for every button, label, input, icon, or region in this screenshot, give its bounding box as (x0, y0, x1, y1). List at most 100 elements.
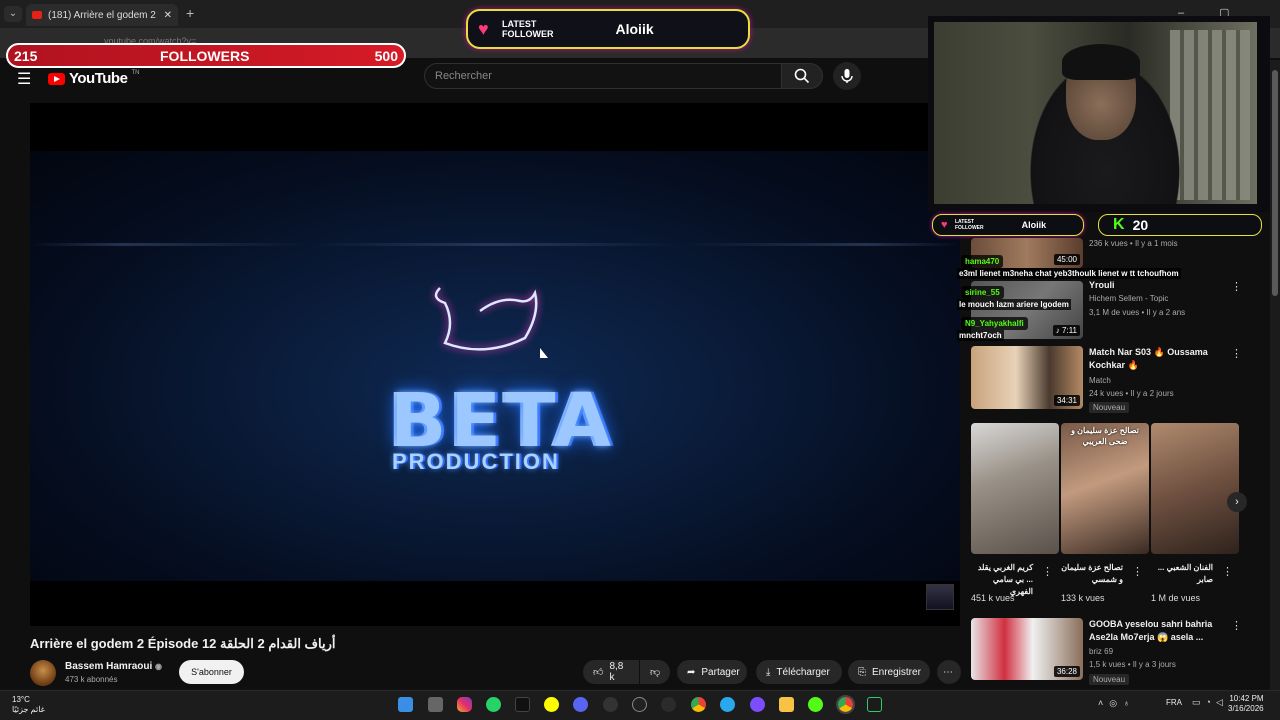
more-options-icon[interactable]: ⋮ (1132, 565, 1143, 578)
scrollbar-thumb[interactable] (1272, 70, 1278, 296)
download-icon: ⤓ (766, 666, 771, 678)
snapchat-icon[interactable] (544, 697, 559, 712)
thumbs-down-icon: 👎︎ (650, 667, 661, 678)
search-input[interactable]: Rechercher (424, 63, 782, 89)
hamburger-menu-icon[interactable]: ☰ (17, 69, 31, 89)
new-badge: Nouveau (1089, 402, 1130, 413)
short-caption: تصالح عزة سليمان و ضحى العريبي (1071, 426, 1139, 446)
video-title: Arrière el godem 2 Épisode 12 أرياف القد… (30, 636, 336, 651)
system-clock[interactable]: 10:42 PM 3/16/2026 (1228, 694, 1264, 714)
more-options-icon[interactable]: ⋮ (1231, 280, 1242, 293)
glitch-line (30, 243, 960, 246)
thumbs-up-icon: 👍︎ (593, 667, 604, 678)
followers-label: FOLLOWERS (160, 48, 250, 64)
short-title[interactable]: تصالح عزة سليمان و شمسي (1061, 562, 1123, 586)
network-icon: ◎ (1109, 698, 1124, 708)
kick-app-icon[interactable] (808, 697, 823, 712)
chat-message: mncht7och (957, 330, 1004, 341)
language-indicator[interactable]: FRA (1166, 698, 1182, 707)
chatgpt-icon[interactable] (632, 697, 647, 712)
chrome-icon[interactable] (691, 697, 706, 712)
followers-goal-bar: 215 FOLLOWERS 500 (6, 43, 406, 68)
more-actions-button[interactable]: ⋯ (937, 660, 961, 684)
chat-username: N9_Yahyakhalfi (961, 317, 1028, 330)
browser-tab-active[interactable]: (181) Arrière el godem 2 Épisode ✕ (26, 4, 178, 26)
recommended-thumbnail[interactable]: 36:28 (971, 618, 1083, 680)
search-icon (794, 68, 810, 84)
system-tray[interactable]: ˄◎♁ (1098, 698, 1136, 709)
file-explorer-icon[interactable] (779, 697, 794, 712)
channel-name[interactable]: Bassem Hamraoui ◉ (65, 661, 162, 672)
short-views: 133 k vues (1061, 593, 1105, 603)
wifi-icon: ◔ (1205, 697, 1216, 707)
like-count: 8,8 k (609, 661, 624, 683)
short-thumbnail[interactable] (1151, 423, 1239, 554)
more-options-icon[interactable]: ⋮ (1222, 565, 1233, 578)
chat-username: hama470 (961, 255, 1004, 268)
short-views: 1 M de vues (1151, 593, 1201, 603)
devil-logo-icon (434, 287, 548, 358)
recommended-channel[interactable]: Match (1089, 376, 1111, 385)
search-button[interactable] (781, 63, 823, 89)
more-options-icon[interactable]: ⋮ (1231, 619, 1242, 632)
video-player[interactable]: BETA PRODUCTION (30, 103, 960, 626)
followers-current: 215 (14, 48, 38, 64)
recommended-thumbnail[interactable]: 34:31 (971, 346, 1083, 409)
microphone-icon (841, 69, 853, 83)
youtube-logo[interactable]: YouTube TN (48, 70, 139, 87)
messenger-icon[interactable] (750, 697, 765, 712)
latest-follower-banner: ♥ LATEST FOLLOWER Aloiik (466, 9, 750, 49)
latest-follower-label: LATEST FOLLOWER (502, 19, 554, 39)
bookmark-icon: ⎘ (858, 666, 866, 678)
new-tab-button[interactable]: + (186, 5, 194, 21)
tiktok-icon[interactable] (515, 697, 530, 712)
like-button[interactable]: 👍︎ 8,8 k (583, 660, 639, 684)
recommended-channel[interactable]: Hichem Sellem - Topic (1089, 294, 1168, 303)
recommended-channel[interactable]: briz 69 (1089, 647, 1113, 656)
channel-watermark[interactable] (926, 584, 954, 610)
save-button[interactable]: ⎘ Enregistrer (848, 660, 930, 684)
tab-menu-button[interactable]: ⌄ (4, 6, 22, 22)
kick-viewer-count: K 20 (1098, 214, 1262, 236)
short-thumbnail[interactable]: تصالح عزة سليمان و ضحى العريبي (1061, 423, 1149, 554)
task-view-icon[interactable] (428, 697, 443, 712)
subscribe-button[interactable]: S'abonner (179, 660, 244, 684)
share-button[interactable]: ➦ Partager (677, 660, 747, 684)
download-button[interactable]: ⤓ Télécharger (756, 660, 842, 684)
more-options-icon[interactable]: ⋮ (1042, 565, 1053, 578)
terminal-icon[interactable] (867, 697, 882, 712)
dislike-button[interactable]: 👎︎ (640, 660, 670, 684)
recommended-title[interactable]: Yrouli (1089, 279, 1229, 292)
chat-message: e3ml lienet m3neha chat yeb3thoulk liene… (957, 268, 1181, 279)
chevron-up-icon: ˄ (1098, 698, 1110, 708)
windows-start-icon[interactable] (398, 697, 413, 712)
verified-icon: ◉ (155, 662, 163, 671)
more-options-icon[interactable]: ⋮ (1231, 347, 1242, 360)
followers-goal: 500 (374, 48, 398, 64)
instagram-icon[interactable] (457, 697, 472, 712)
chevron-right-icon[interactable]: › (1227, 492, 1247, 512)
whatsapp-icon[interactable] (486, 697, 501, 712)
tray-icons[interactable]: ▭◔◁ (1192, 697, 1228, 708)
short-title[interactable]: الفنان الشعبي ... صابر (1151, 562, 1213, 586)
obs-icon[interactable] (603, 697, 618, 712)
tab-close-icon[interactable]: ✕ (164, 10, 172, 21)
speedometer-icon[interactable] (661, 697, 676, 712)
telegram-icon[interactable] (720, 697, 735, 712)
discord-icon[interactable] (573, 697, 588, 712)
chrome-active-icon[interactable] (836, 695, 855, 714)
kick-viewers: 20 (1132, 217, 1149, 233)
short-views: 451 k vues (971, 593, 1015, 603)
kick-logo-icon: K (1113, 216, 1125, 233)
weather-widget[interactable]: 13°C غائم جزئيًا (12, 695, 45, 715)
monitor-icon: ▭ (1192, 697, 1206, 707)
channel-avatar[interactable] (30, 660, 56, 686)
volume-icon: ◁ (1215, 697, 1228, 707)
short-thumbnail[interactable] (971, 423, 1059, 554)
recommended-title[interactable]: GOOBA yeselou sahri bahria Ase2la Mo7erj… (1089, 618, 1229, 644)
mic-tray-icon: ♁ (1123, 698, 1136, 708)
chat-message: le mouch lazm ariere lgodem (957, 299, 1071, 310)
recommended-title[interactable]: Match Nar S03 🔥 Oussama Kochkar 🔥 (1089, 346, 1229, 372)
voice-search-button[interactable] (833, 62, 861, 90)
tab-title: (181) Arrière el godem 2 Épisode (48, 9, 158, 21)
